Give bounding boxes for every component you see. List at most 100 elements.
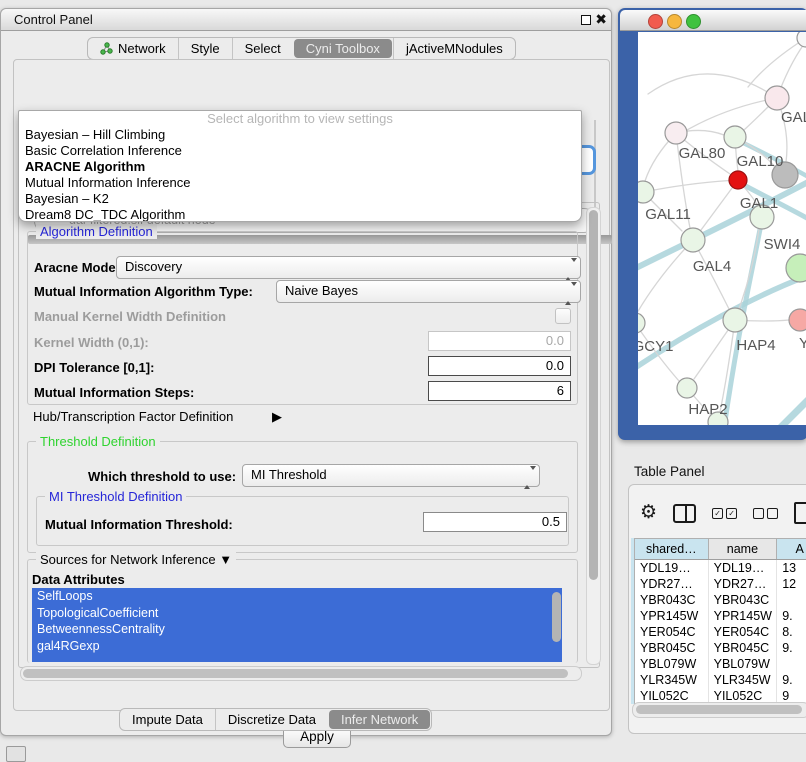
network-node-gal11[interactable]	[638, 181, 654, 203]
algorithm-option-bayesian-k2[interactable]: Bayesian – K2	[19, 191, 581, 207]
attribute-item-partial[interactable]	[32, 654, 562, 662]
node-label-y: Y	[799, 335, 806, 352]
control-panel-titlebar[interactable]: Control Panel ✖	[1, 9, 611, 31]
mi-type-label: Mutual Information Algorithm Type:	[34, 284, 253, 299]
table-cell: YBR045C	[635, 640, 709, 656]
table-row[interactable]: YBL079WYBL079W	[635, 656, 806, 672]
zoom-traffic-light-icon[interactable]	[686, 14, 701, 29]
tab-network[interactable]: Network	[88, 38, 178, 59]
column-header-name[interactable]: name	[709, 539, 778, 559]
network-node-gal[interactable]	[765, 86, 789, 110]
table-cell: 12	[777, 576, 806, 592]
network-node[interactable]	[797, 32, 806, 47]
table-panel-title: Table Panel	[634, 464, 705, 479]
threshold-definition-group: Threshold Definition Which threshold to …	[27, 441, 578, 553]
dpi-tolerance-field[interactable]: 0.0	[428, 356, 571, 376]
collapse-arrow-icon[interactable]: ▼	[219, 552, 232, 567]
document-icon[interactable]	[794, 502, 806, 524]
settings-vertical-scrollbar-track[interactable]	[586, 207, 601, 665]
control-panel-title: Control Panel	[14, 12, 93, 27]
table-row[interactable]: YBR043CYBR043C	[635, 592, 806, 608]
network-graph: GALGAL80GAL10GAL1GAL11SWI4GAL4GCY1HAP4YH…	[638, 32, 806, 425]
settings-vertical-scrollbar-thumb[interactable]	[589, 210, 598, 580]
tab-select[interactable]: Select	[232, 38, 293, 59]
tab-style[interactable]: Style	[178, 38, 232, 59]
settings-horizontal-scrollbar-thumb[interactable]	[23, 669, 568, 678]
algorithm-option-basic-correlation-inference[interactable]: Basic Correlation Inference	[19, 143, 581, 159]
network-node-gal10[interactable]	[724, 126, 746, 148]
aracne-mode-label: Aracne Mode:	[34, 260, 120, 275]
minimize-traffic-light-icon[interactable]	[667, 14, 682, 29]
node-label-gcy1: GCY1	[638, 338, 673, 355]
table-row[interactable]: YLR345WYLR345W9.	[635, 672, 806, 688]
column-header-shared[interactable]: shared…	[635, 539, 709, 559]
network-edge-thick	[638, 180, 806, 270]
network-node-gal1[interactable]	[729, 171, 747, 189]
tab-impute-data[interactable]: Impute Data	[120, 709, 215, 730]
attribute-item-betweennesscentrality[interactable]: BetweennessCentrality	[32, 621, 562, 638]
tab-jactivemnodules[interactable]: jActiveMNodules	[393, 38, 515, 59]
mi-steps-field[interactable]: 6	[428, 381, 571, 401]
settings-gear-icon[interactable]: ⚙	[640, 502, 657, 524]
algorithm-option-dream8-dc-tdc-algorithm[interactable]: Dream8 DC_TDC Algorithm	[19, 207, 581, 222]
unchecked-boxes-icon[interactable]	[753, 508, 778, 519]
table-cell	[777, 592, 806, 608]
network-edge	[748, 38, 806, 87]
close-icon[interactable]: ✖	[595, 11, 607, 28]
checked-boxes-icon[interactable]: ✓✓	[712, 508, 737, 519]
network-view-window: GALGAL80GAL10GAL1GAL11SWI4GAL4GCY1HAP4YH…	[618, 8, 806, 440]
table-horizontal-scrollbar-track[interactable]	[632, 702, 806, 718]
column-header-a[interactable]: A	[777, 539, 806, 559]
network-node-hap4[interactable]	[723, 308, 747, 332]
aracne-mode-combobox[interactable]: Discovery	[116, 256, 581, 279]
network-node[interactable]	[786, 254, 806, 282]
attributes-list-scrollbar[interactable]	[552, 592, 561, 642]
algorithm-dropdown-popup: Select algorithm to view settings Bayesi…	[18, 110, 582, 222]
table-cell: YBR045C	[709, 640, 778, 656]
data-attributes-list[interactable]: SelfLoopsTopologicalCoefficientBetweenne…	[32, 588, 562, 662]
table-row[interactable]: YBR045CYBR045C9.	[635, 640, 806, 656]
attribute-item-topologicalcoefficient[interactable]: TopologicalCoefficient	[32, 605, 562, 622]
float-window-icon[interactable]	[581, 15, 591, 25]
tab-infer-network[interactable]: Infer Network	[329, 710, 430, 729]
manual-kernel-checkbox[interactable]	[555, 308, 571, 324]
table-row[interactable]: YPR145WYPR145W9.	[635, 608, 806, 624]
network-node-gcy1[interactable]	[638, 313, 645, 333]
network-window-titlebar[interactable]	[620, 10, 806, 31]
attribute-item-selfloops[interactable]: SelfLoops	[32, 588, 562, 605]
tab-cyni-toolbox[interactable]: Cyni Toolbox	[294, 39, 392, 58]
kernel-width-field[interactable]: 0.0	[428, 331, 571, 351]
hub-section-label[interactable]: Hub/Transcription Factor Definition	[33, 409, 233, 424]
table-cell: YBL079W	[635, 656, 709, 672]
settings-horizontal-scrollbar-track[interactable]	[20, 666, 582, 681]
table-row[interactable]: YDL19…YDL19…13	[635, 560, 806, 576]
expand-arrow-icon[interactable]: ▶	[272, 409, 282, 425]
network-node-gal4[interactable]	[681, 228, 705, 252]
which-threshold-combobox[interactable]: MI Threshold	[242, 464, 540, 487]
minimized-panel-icon[interactable]	[6, 746, 26, 762]
close-traffic-light-icon[interactable]	[648, 14, 663, 29]
column-browser-icon[interactable]	[673, 504, 696, 523]
mi-threshold-field[interactable]: 0.5	[423, 512, 567, 532]
network-node-y[interactable]	[789, 309, 806, 331]
network-canvas[interactable]: GALGAL80GAL10GAL1GAL11SWI4GAL4GCY1HAP4YH…	[638, 32, 806, 425]
table-panel-toolbar: ⚙ ✓✓	[640, 500, 806, 526]
algorithm-option-mutual-information-inference[interactable]: Mutual Information Inference	[19, 175, 581, 191]
algorithm-option-bayesian-hill-climbing[interactable]: Bayesian – Hill Climbing	[19, 127, 581, 143]
table-horizontal-scrollbar-thumb[interactable]	[636, 705, 802, 714]
node-label-gal11: GAL11	[645, 206, 691, 223]
table-row[interactable]: YDR27…YDR27…12	[635, 576, 806, 592]
control-panel-window: Control Panel ✖ NetworkStyle Select Cyni T…	[0, 8, 612, 736]
tab-discretize-data[interactable]: Discretize Data	[215, 709, 328, 730]
bottom-tabbar: Impute DataDiscretize DataInfer Network	[119, 708, 432, 731]
network-node-hap2[interactable]	[677, 378, 697, 398]
threshold-definition-title: Threshold Definition	[36, 434, 160, 449]
mi-type-combobox[interactable]: Naive Bayes	[276, 280, 581, 303]
attribute-item-gal4rgexp[interactable]: gal4RGexp	[32, 638, 562, 655]
table-row[interactable]: YER054CYER054C8.	[635, 624, 806, 640]
tab-label: Select	[245, 41, 281, 56]
algorithm-option-aracne-algorithm[interactable]: ARACNE Algorithm	[19, 159, 581, 175]
table-body: YDL19…YDL19…13YDR27…YDR27…12YBR043CYBR04…	[635, 560, 806, 706]
network-icon	[100, 42, 113, 55]
network-node-gal80[interactable]	[665, 122, 687, 144]
